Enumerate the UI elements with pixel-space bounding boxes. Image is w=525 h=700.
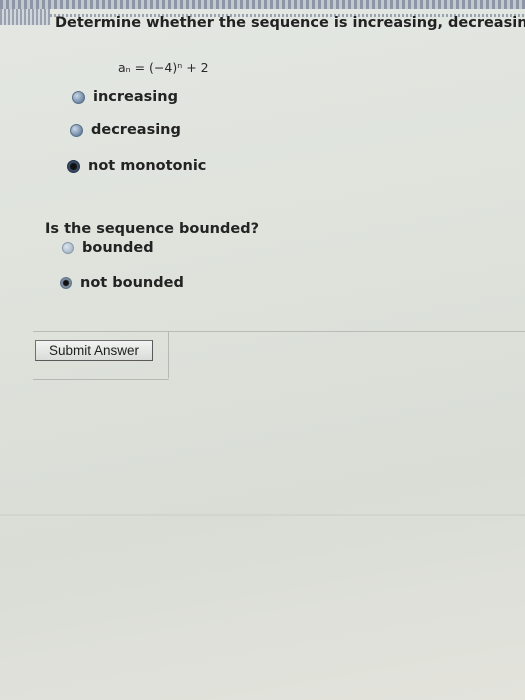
radio-icon[interactable] bbox=[70, 123, 83, 137]
option-increasing[interactable]: increasing bbox=[72, 89, 178, 105]
bounded-question: Is the sequence bounded? bbox=[45, 221, 260, 237]
sequence-formula: aₙ = (−4)ⁿ + 2 bbox=[118, 60, 209, 75]
option-label: not bounded bbox=[80, 275, 184, 291]
submit-answer-button[interactable]: Submit Answer bbox=[35, 340, 153, 361]
page-top-border bbox=[0, 0, 525, 9]
question-prompt: Determine whether the sequence is increa… bbox=[55, 15, 525, 31]
option-label: increasing bbox=[93, 89, 178, 105]
left-border-strip bbox=[0, 9, 50, 25]
option-not-bounded[interactable]: not bounded bbox=[60, 275, 184, 291]
option-label: bounded bbox=[82, 240, 154, 256]
radio-selected-icon[interactable] bbox=[67, 159, 80, 173]
radio-icon[interactable] bbox=[62, 242, 74, 254]
option-label: not monotonic bbox=[88, 158, 207, 174]
radio-icon[interactable] bbox=[72, 90, 85, 104]
content-bottom-divider bbox=[0, 514, 525, 516]
submit-area-bottom-rule bbox=[33, 379, 169, 380]
radio-selected-icon[interactable] bbox=[60, 277, 72, 289]
option-decreasing[interactable]: decreasing bbox=[70, 122, 181, 138]
option-bounded[interactable]: bounded bbox=[62, 240, 154, 256]
option-label: decreasing bbox=[91, 122, 181, 138]
option-not-monotonic[interactable]: not monotonic bbox=[67, 158, 206, 174]
submit-area-divider bbox=[168, 332, 169, 378]
